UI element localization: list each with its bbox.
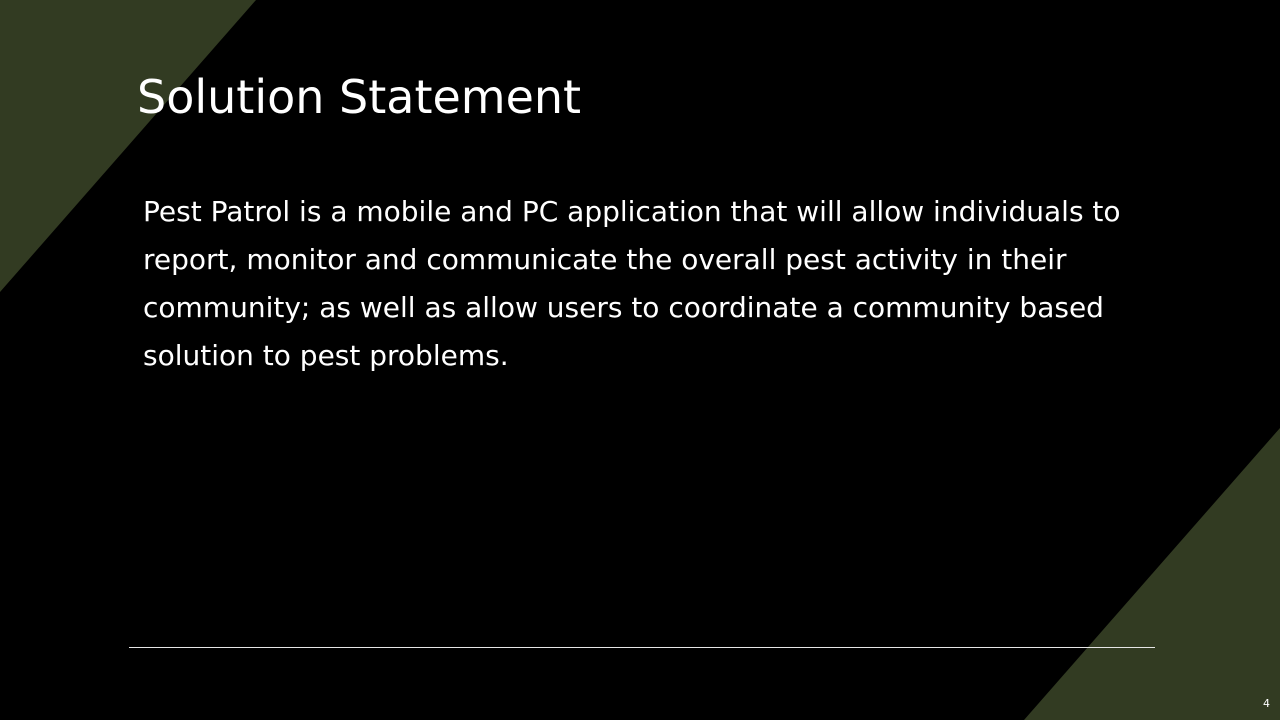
slide: Solution Statement Pest Patrol is a mobi… (0, 0, 1280, 720)
page-number: 4 (1263, 697, 1270, 710)
bottom-right-accent-shape (1024, 428, 1280, 720)
solution-statement-text: Pest Patrol is a mobile and PC applicati… (143, 195, 1121, 372)
slide-title: Solution Statement (137, 70, 582, 124)
footer-divider (129, 647, 1155, 648)
